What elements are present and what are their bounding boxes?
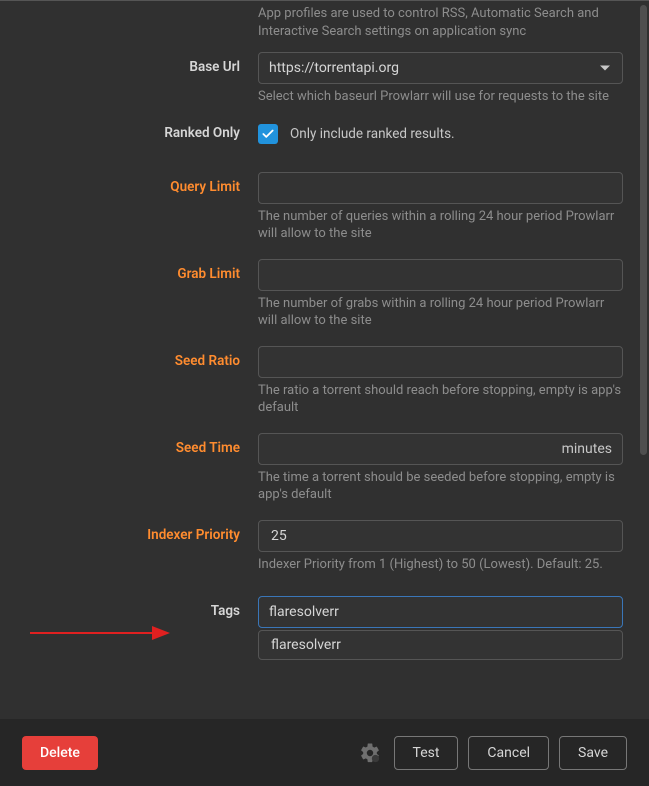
app-profile-help: App profiles are used to control RSS, Au… bbox=[258, 5, 623, 40]
grab-limit-input[interactable] bbox=[258, 259, 623, 291]
seed-time-label: Seed Time bbox=[26, 433, 258, 456]
tags-suggestion[interactable]: flaresolverr bbox=[258, 630, 623, 660]
seed-time-input[interactable]: minutes bbox=[258, 433, 623, 465]
edit-indexer-modal: App profiles are used to control RSS, Au… bbox=[0, 0, 649, 786]
base-url-select[interactable]: https://torrentapi.org bbox=[258, 52, 623, 84]
tags-input[interactable] bbox=[258, 596, 623, 628]
indexer-priority-input[interactable] bbox=[258, 520, 623, 552]
grab-limit-help: The number of grabs within a rolling 24 … bbox=[258, 295, 623, 330]
check-icon bbox=[261, 127, 275, 141]
modal-footer: Delete Test Cancel Save bbox=[0, 719, 649, 786]
seed-time-suffix: minutes bbox=[554, 441, 612, 457]
base-url-help: Select which baseurl Prowlarr will use f… bbox=[258, 88, 623, 106]
advanced-toggle-icon[interactable] bbox=[356, 739, 384, 767]
ranked-only-checkbox[interactable] bbox=[258, 124, 278, 144]
tags-label: Tags bbox=[26, 596, 258, 619]
ranked-only-label: Ranked Only bbox=[26, 118, 258, 141]
tags-help: is synced to, or just to organize your i… bbox=[258, 664, 623, 682]
form-scroll-area: App profiles are used to control RSS, Au… bbox=[0, 1, 649, 719]
base-url-label: Base Url bbox=[26, 52, 258, 75]
indexer-priority-label: Indexer Priority bbox=[26, 520, 258, 543]
caret-down-icon bbox=[600, 66, 610, 71]
test-button[interactable]: Test bbox=[394, 736, 459, 770]
base-url-value: https://torrentapi.org bbox=[269, 60, 399, 76]
cancel-button[interactable]: Cancel bbox=[468, 736, 549, 770]
query-limit-label: Query Limit bbox=[26, 172, 258, 195]
scrollbar-thumb[interactable] bbox=[640, 5, 647, 455]
seed-ratio-label: Seed Ratio bbox=[26, 346, 258, 369]
grab-limit-label: Grab Limit bbox=[26, 259, 258, 282]
seed-ratio-help: The ratio a torrent should reach before … bbox=[258, 382, 623, 417]
query-limit-input[interactable] bbox=[258, 172, 623, 204]
seed-ratio-input[interactable] bbox=[258, 346, 623, 378]
save-button[interactable]: Save bbox=[559, 736, 627, 770]
seed-time-help: The time a torrent should be seeded befo… bbox=[258, 469, 623, 504]
indexer-priority-help: Indexer Priority from 1 (Highest) to 50 … bbox=[258, 556, 623, 574]
delete-button[interactable]: Delete bbox=[22, 736, 98, 770]
ranked-only-text: Only include ranked results. bbox=[290, 126, 455, 142]
query-limit-help: The number of queries within a rolling 2… bbox=[258, 208, 623, 243]
